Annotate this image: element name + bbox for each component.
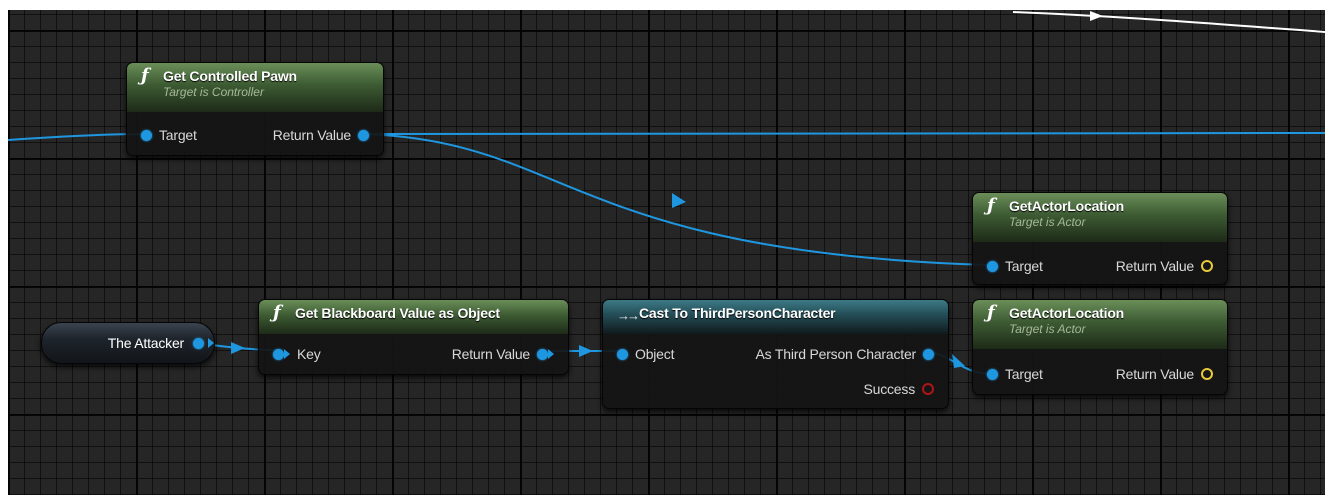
function-icon: ƒ [141, 65, 149, 86]
blueprint-graph-canvas[interactable]: ƒ Get Controlled Pawn Target is Controll… [8, 10, 1325, 495]
node-header: ƒ GetActorLocation Target is Actor [973, 193, 1227, 242]
pin-label: Target [1005, 258, 1043, 274]
pin-label: Return Value [1115, 258, 1194, 274]
wire-arrow [231, 342, 245, 354]
wire-pawn-return-right [361, 132, 1325, 135]
pin-arrow-icon [548, 349, 554, 359]
wire-arrow [952, 354, 965, 368]
node-title: GetActorLocation [1009, 305, 1125, 321]
pin-label: Success [863, 381, 915, 397]
node-header: ƒ GetActorLocation Target is Actor [973, 300, 1227, 349]
pin-arrow-icon [284, 349, 290, 359]
object-pin-icon[interactable] [537, 348, 548, 360]
boolean-pin-icon[interactable] [922, 383, 934, 395]
pin-label: Object [635, 346, 675, 362]
function-icon: ƒ [987, 302, 995, 323]
vector-pin-icon[interactable] [1201, 368, 1213, 380]
object-pin-icon[interactable] [617, 348, 628, 360]
pin-label: Return Value [1115, 366, 1194, 382]
pin-target[interactable]: Target [987, 258, 1043, 274]
node-title: Get Controlled Pawn [163, 68, 297, 84]
exec-wire-arrow [1090, 11, 1103, 21]
node-cast-to-third-person-character[interactable]: →→ Cast To ThirdPersonCharacter Object A… [602, 299, 949, 409]
pin-label: As Third Person Character [755, 346, 917, 362]
variable-node-the-attacker[interactable]: The Attacker [41, 322, 215, 364]
vector-pin-icon[interactable] [1201, 260, 1213, 272]
function-icon: ƒ [273, 302, 281, 323]
node-get-blackboard-value-as-object[interactable]: ƒ Get Blackboard Value as Object Key Ret… [258, 299, 569, 375]
node-get-actor-location[interactable]: ƒ GetActorLocation Target is Actor Targe… [972, 192, 1228, 285]
node-get-controlled-pawn[interactable]: ƒ Get Controlled Pawn Target is Controll… [126, 62, 384, 156]
cast-arrow-icon: →→ [617, 308, 640, 323]
node-header: →→ Cast To ThirdPersonCharacter [603, 300, 948, 334]
pin-as-third-person-character[interactable]: As Third Person Character [756, 346, 934, 362]
pin-target[interactable]: Target [987, 366, 1043, 382]
object-pin-icon[interactable] [923, 348, 934, 360]
node-header: ƒ Get Controlled Pawn Target is Controll… [127, 63, 383, 112]
exec-wire [1012, 11, 1325, 33]
variable-label: The Attacker [107, 335, 184, 351]
pin-return-value[interactable]: Return Value [1116, 258, 1213, 274]
wire-arrow [579, 345, 593, 357]
pin-arrow-icon [208, 338, 214, 348]
pin-label: Return Value [272, 127, 351, 143]
object-pin-icon[interactable] [987, 260, 998, 272]
node-subtitle: Target is Actor [1009, 322, 1086, 336]
pin-label: Return Value [451, 346, 530, 362]
object-pin-icon[interactable] [193, 338, 204, 349]
pin-label: Key [297, 346, 321, 362]
pin-return-value[interactable]: Return Value [452, 346, 554, 362]
pin-object[interactable]: Object [617, 346, 674, 362]
pin-label: Target [1005, 366, 1043, 382]
pin-success[interactable]: Success [863, 381, 934, 397]
object-pin-icon[interactable] [273, 348, 284, 360]
node-subtitle: Target is Controller [163, 85, 264, 99]
pin-key[interactable]: Key [273, 346, 321, 362]
object-pin-icon[interactable] [987, 368, 998, 380]
node-title: GetActorLocation [1009, 198, 1125, 214]
node-title: Cast To ThirdPersonCharacter [639, 305, 836, 321]
object-pin-icon[interactable] [358, 129, 369, 141]
pin-return-value[interactable]: Return Value [273, 127, 369, 143]
object-pin-icon[interactable] [141, 129, 152, 141]
wire-arrow [672, 193, 686, 208]
pin-return-value[interactable]: Return Value [1116, 366, 1213, 382]
pin-target[interactable]: Target [141, 127, 197, 143]
node-get-actor-location[interactable]: ƒ GetActorLocation Target is Actor Targe… [972, 299, 1228, 395]
node-subtitle: Target is Actor [1009, 215, 1086, 229]
node-header: ƒ Get Blackboard Value as Object [259, 300, 568, 334]
node-title: Get Blackboard Value as Object [295, 305, 500, 321]
pin-label: Target [159, 127, 197, 143]
function-icon: ƒ [987, 195, 995, 216]
